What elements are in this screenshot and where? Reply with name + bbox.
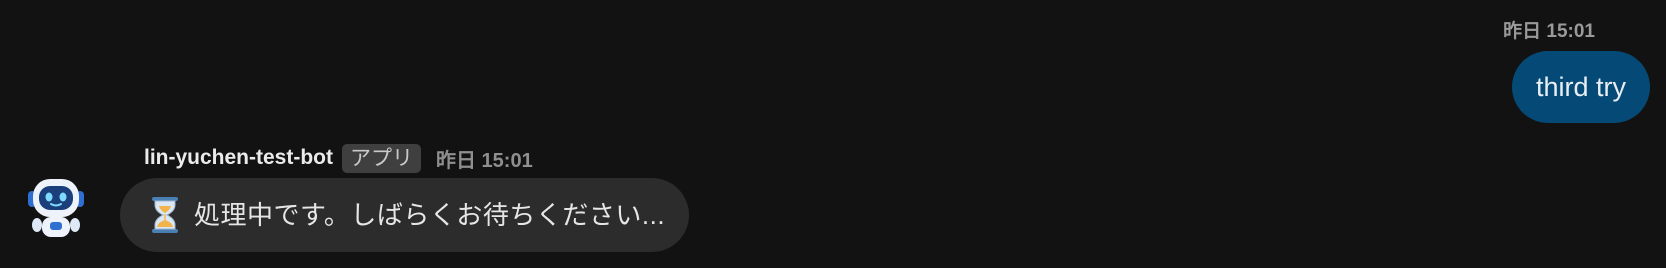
outgoing-message-bubble[interactable]: third try bbox=[1511, 51, 1650, 123]
robot-avatar-icon bbox=[28, 179, 84, 237]
outgoing-timestamp: 昨日 15:01 bbox=[1503, 21, 1595, 42]
incoming-message-bubble[interactable]: 処理中です。しばらくお待ちください... bbox=[120, 178, 690, 252]
message-header: lin-yuchen-test-bot アプリ 昨日 15:01 bbox=[144, 142, 533, 174]
incoming-message-text: 処理中です。しばらくお待ちください... bbox=[194, 200, 666, 230]
app-badge: アプリ bbox=[342, 143, 421, 173]
bot-avatar[interactable] bbox=[22, 173, 90, 241]
incoming-timestamp: 昨日 15:01 bbox=[436, 149, 533, 172]
hourglass-icon bbox=[150, 196, 180, 234]
sender-name[interactable]: lin-yuchen-test-bot bbox=[144, 146, 333, 170]
chat-view: 昨日 15:01 third try lin-yuchen-test-bot ア… bbox=[0, 0, 1666, 268]
